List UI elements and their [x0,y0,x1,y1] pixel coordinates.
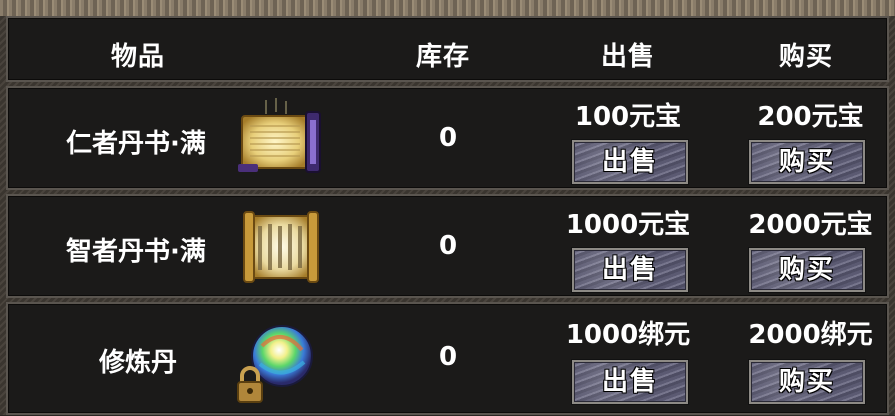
table-row: 修炼丹 0 1000绑元 2000绑元 出售 购买 [6,302,889,415]
sell-button[interactable]: 出售 [572,140,688,184]
window-top-border [0,0,895,16]
table-row: 智者丹书·满 0 1000元宝 2000元宝 出售 购买 [6,194,889,298]
buy-price: 2000绑元 [748,320,873,350]
table-header: 物品 库存 出售 购买 [6,16,889,82]
scroll-icon[interactable] [236,98,328,182]
item-stock: 0 [438,342,458,372]
buy-button[interactable]: 购买 [749,140,865,184]
header-stock: 库存 [415,42,470,72]
lock-icon [237,366,263,403]
buy-button[interactable]: 购买 [749,248,865,292]
scroll-icon[interactable] [240,206,328,290]
header-buy: 购买 [778,42,833,72]
header-item: 物品 [110,42,165,72]
buy-button[interactable]: 购买 [749,360,865,404]
header-sell: 出售 [600,42,655,72]
item-name: 仁者丹书·满 [66,129,206,159]
sell-price: 100元宝 [574,102,682,132]
buy-price: 2000元宝 [748,210,873,240]
sell-price: 1000元宝 [565,210,691,240]
table-row: 仁者丹书·满 0 100元宝 200元宝 出售 购买 [6,86,889,190]
sell-button[interactable]: 出售 [572,248,688,292]
item-name: 智者丹书·满 [66,237,206,267]
item-stock: 0 [438,123,458,153]
buy-price: 200元宝 [757,102,864,132]
item-name: 修炼丹 [98,348,177,378]
item-stock: 0 [438,231,458,261]
sell-button[interactable]: 出售 [572,360,688,404]
sell-price: 1000绑元 [565,320,691,350]
rainbow-orb-locked-icon[interactable] [232,316,318,416]
